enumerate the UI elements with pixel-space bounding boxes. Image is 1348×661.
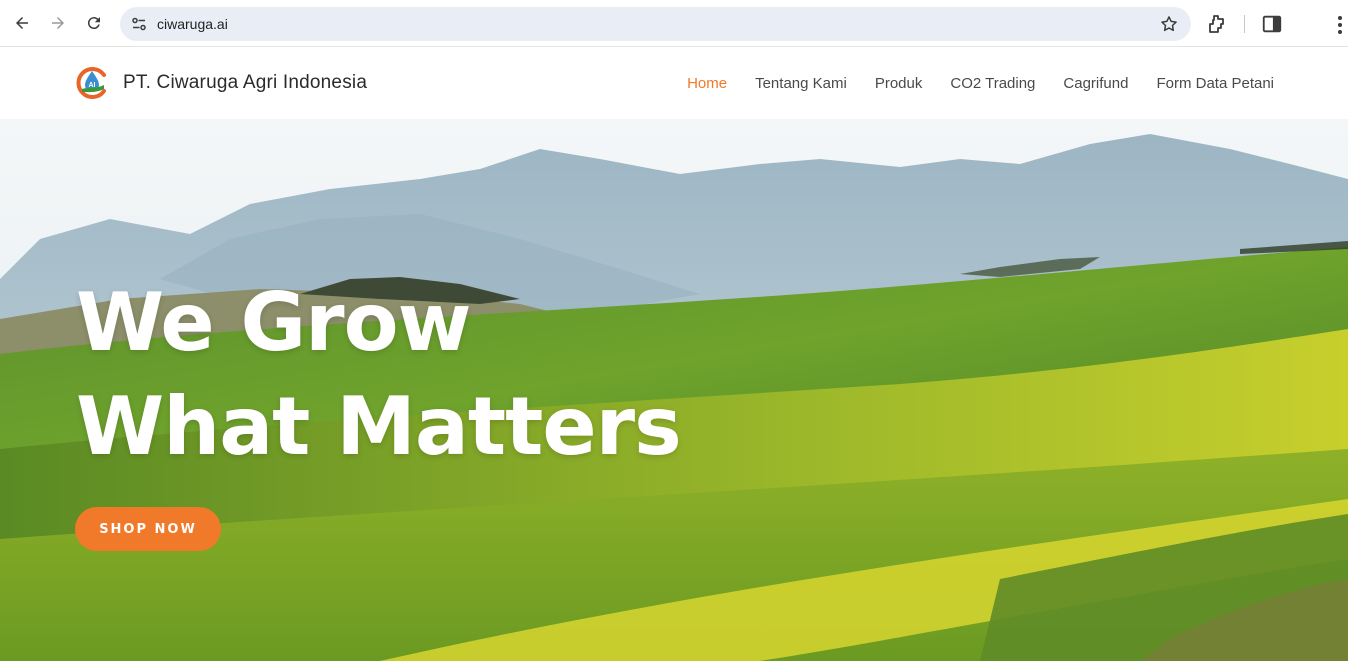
site-info-icon [132,17,146,31]
company-logo-icon[interactable]: AI [74,65,110,101]
extensions-icon[interactable] [1205,12,1229,36]
side-panel-icon[interactable] [1261,13,1283,35]
hero-heading-line-2: What Matters [76,380,682,473]
back-button[interactable] [7,8,37,38]
address-bar[interactable]: ciwaruga.ai [120,7,1191,41]
site-info-button[interactable] [127,12,151,36]
brand-name[interactable]: PT. Ciwaruga Agri Indonesia [123,47,367,119]
forward-button[interactable] [43,8,73,38]
hero-heading: We Grow What Matters [76,271,682,479]
hero-section: We Grow What Matters SHOP NOW [0,119,1348,661]
nav-tentang-kami[interactable]: Tentang Kami [755,75,847,92]
main-nav: Home Tentang Kami Produk CO2 Trading Cag… [673,47,1274,119]
toolbar-divider [1244,15,1245,33]
forward-arrow-icon [52,17,64,29]
shop-now-button[interactable]: SHOP NOW [75,507,221,551]
back-arrow-icon [16,17,28,29]
bookmark-star-icon[interactable] [1159,14,1179,34]
kebab-menu-icon[interactable] [1333,14,1347,36]
svg-text:AI: AI [89,82,96,89]
nav-cagrifund[interactable]: Cagrifund [1063,75,1128,92]
reload-icon [87,17,100,30]
nav-form-data-petani[interactable]: Form Data Petani [1156,75,1274,92]
browser-toolbar: ciwaruga.ai [0,0,1348,47]
hero-heading-line-1: We Grow [76,276,471,369]
reload-button[interactable] [79,8,109,38]
nav-produk[interactable]: Produk [875,75,923,92]
url-text[interactable]: ciwaruga.ai [157,7,228,41]
site-header: AI PT. Ciwaruga Agri Indonesia Home Tent… [0,47,1348,119]
nav-co2-trading[interactable]: CO2 Trading [950,75,1035,92]
nav-home[interactable]: Home [687,75,727,92]
